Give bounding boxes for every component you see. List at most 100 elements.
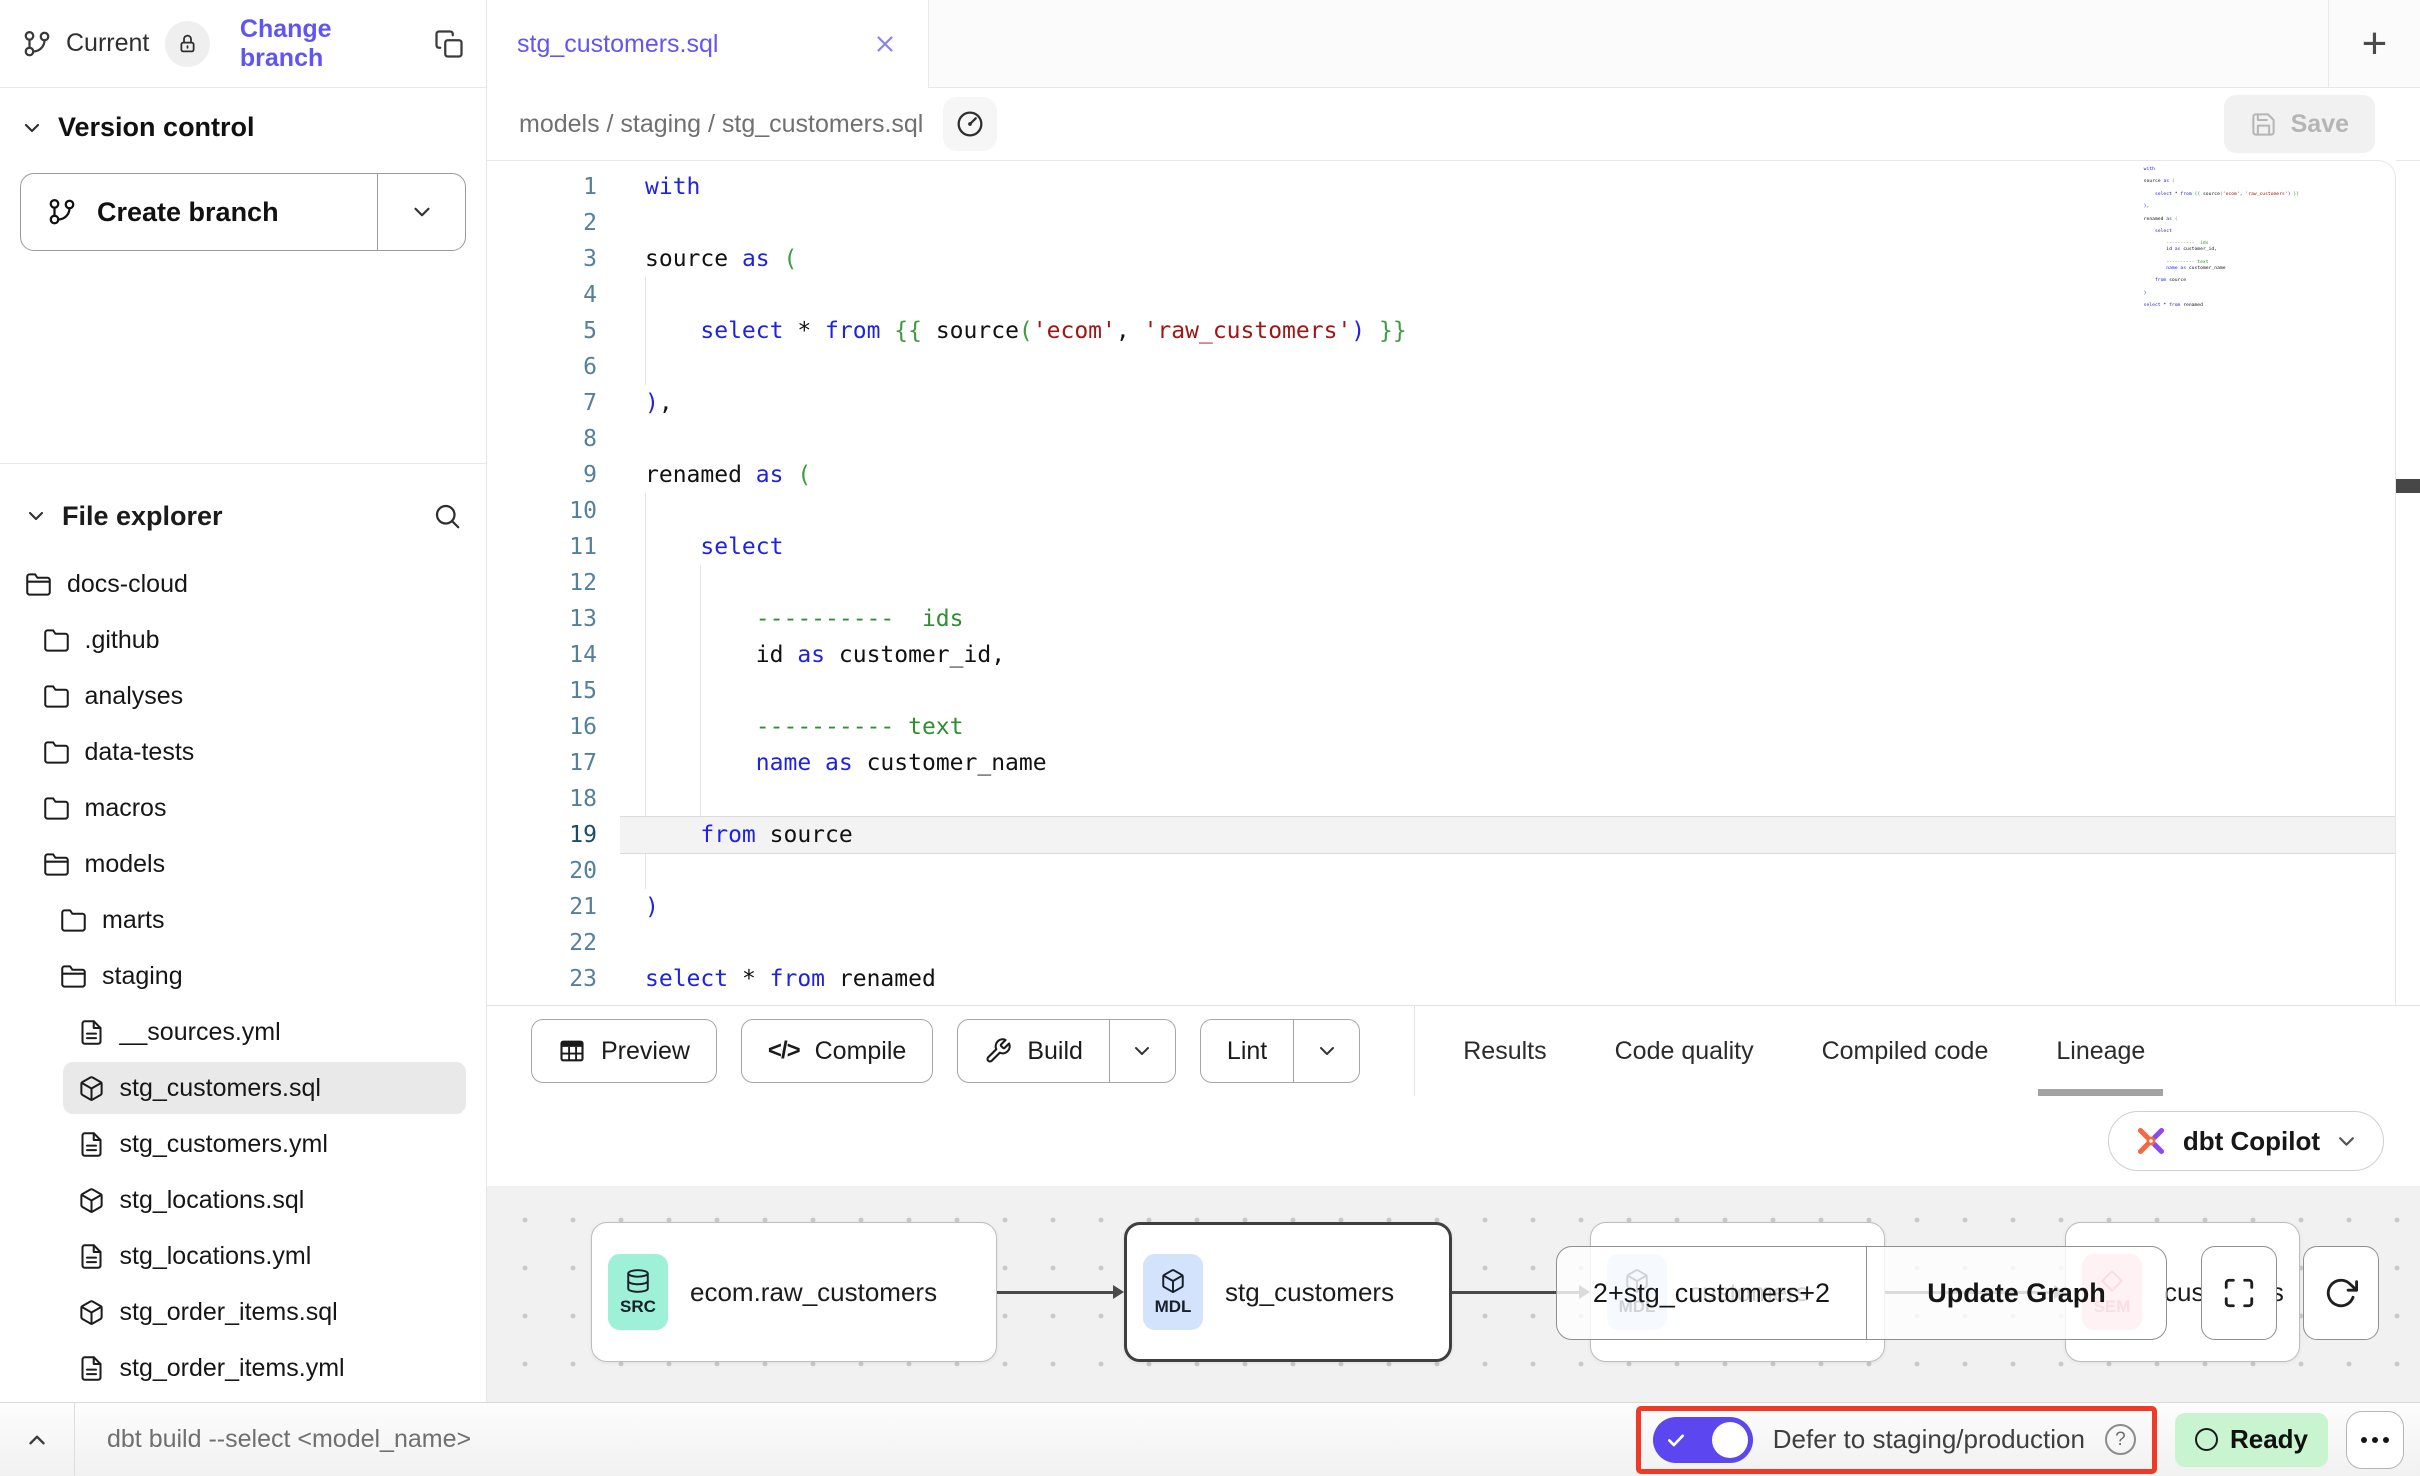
file-tree-item-label: stg_locations.sql (120, 1186, 305, 1215)
cube-icon (78, 1299, 105, 1326)
code-line-text: from source (597, 817, 853, 853)
code-line-3[interactable]: 3source as ( (487, 241, 2395, 277)
line-number: 23 (487, 961, 597, 997)
folder-open-icon (60, 963, 87, 990)
fullscreen-button[interactable] (2201, 1246, 2277, 1340)
code-line-1[interactable]: 1with (487, 169, 2395, 205)
tab-code-quality[interactable]: Code quality (1581, 1006, 1788, 1096)
folder-open-icon (25, 571, 52, 598)
file-tree-item-analyses[interactable]: analyses (0, 668, 486, 724)
tab-stg-customers-sql[interactable]: stg_customers.sql (487, 0, 929, 88)
file-tree-item-label: models (85, 850, 166, 879)
code-line-6[interactable]: 6 (487, 349, 2395, 385)
create-branch-button[interactable]: Create branch (20, 173, 466, 251)
code-line-15[interactable]: 15 (487, 673, 2395, 709)
chevron-down-icon[interactable] (20, 116, 44, 140)
create-branch-menu-button[interactable] (377, 174, 465, 250)
code-line-17[interactable]: 17 name as customer_name (487, 745, 2395, 781)
file-tree-item-stg-customers-sql[interactable]: stg_customers.sql (0, 1060, 486, 1116)
tab-compiled-code[interactable]: Compiled code (1788, 1006, 2023, 1096)
collapse-panel-button[interactable] (0, 1403, 75, 1476)
build-button[interactable]: Build (957, 1019, 1176, 1083)
file-tree-item-marts[interactable]: marts (0, 892, 486, 948)
current-branch-label: Current (66, 29, 149, 58)
code-line-23[interactable]: 23select * from renamed (487, 961, 2395, 997)
line-number: 10 (487, 493, 597, 529)
lineage-canvas[interactable]: SRCecom.raw_customers MDLstg_customersMDL… (487, 1186, 2420, 1402)
file-tree-item-label: stg_locations.yml (120, 1242, 312, 1271)
update-graph-button[interactable]: Update Graph (1866, 1247, 2166, 1339)
code-line-text: name as customer_name (597, 745, 1047, 781)
code-area[interactable]: 1with23source as (45 select * from {{ so… (487, 161, 2395, 997)
code-line-12[interactable]: 12 (487, 565, 2395, 601)
code-line-2[interactable]: 2 (487, 205, 2395, 241)
command-input[interactable]: dbt build --select <model_name> (107, 1425, 471, 1454)
refresh-button[interactable] (2303, 1246, 2379, 1340)
code-line-19[interactable]: 19 from source (487, 817, 2395, 853)
editor-scrollbar-rail[interactable] (2396, 160, 2420, 1005)
file-tree-item--sources-yml[interactable]: __sources.yml (0, 1004, 486, 1060)
dbt-copilot-button[interactable]: dbt Copilot (2108, 1111, 2384, 1171)
tab-lineage[interactable]: Lineage (2022, 1006, 2179, 1096)
code-editor[interactable]: 1with23source as (45 select * from {{ so… (487, 160, 2396, 1005)
file-tree-item-macros[interactable]: macros (0, 780, 486, 836)
gauge-chip[interactable] (943, 97, 997, 151)
lint-button[interactable]: Lint (1200, 1019, 1360, 1083)
file-tree-item-stg-order-items-sql[interactable]: stg_order_items.sql (0, 1284, 486, 1340)
lint-menu-button[interactable] (1293, 1020, 1359, 1082)
code-line-20[interactable]: 20 (487, 853, 2395, 889)
code-line-11[interactable]: 11 select (487, 529, 2395, 565)
build-label: Build (1027, 1037, 1083, 1066)
help-icon[interactable]: ? (2105, 1424, 2136, 1455)
code-line-22[interactable]: 22 (487, 925, 2395, 961)
file-tree-item-models[interactable]: models (0, 836, 486, 892)
new-tab-button[interactable]: + (2328, 0, 2420, 87)
file-tree-item-docs-cloud[interactable]: docs-cloud (0, 556, 486, 612)
file-tree-item-data-tests[interactable]: data-tests (0, 724, 486, 780)
save-button[interactable]: Save (2224, 95, 2375, 153)
node-badge-label: MDL (1155, 1297, 1192, 1317)
change-branch-link[interactable]: Change branch (240, 15, 416, 73)
compile-button[interactable]: </> Compile (741, 1019, 933, 1083)
chevron-up-icon (24, 1427, 50, 1453)
lineage-selector-input[interactable]: 2+stg_customers+2 (1557, 1247, 1866, 1339)
tab-title: stg_customers.sql (517, 30, 718, 59)
scrollbar-mark[interactable] (2396, 479, 2420, 493)
lineage-edge-arrow (997, 1291, 1113, 1294)
file-tree-item-staging[interactable]: staging (0, 948, 486, 1004)
chevron-down-icon[interactable] (24, 504, 48, 528)
code-line-7[interactable]: 7), (487, 385, 2395, 421)
main-panel: stg_customers.sql + models / staging / s… (487, 0, 2420, 1402)
table-icon (558, 1037, 586, 1065)
close-icon[interactable] (872, 31, 898, 57)
copy-icon[interactable] (434, 29, 464, 59)
file-tree-item-stg-customers-yml[interactable]: stg_customers.yml (0, 1116, 486, 1172)
code-line-16[interactable]: 16 ---------- text (487, 709, 2395, 745)
minimap[interactable]: withsource as ( select * from {{ source(… (2144, 167, 2299, 309)
code-line-14[interactable]: 14 id as customer_id, (487, 637, 2395, 673)
search-icon[interactable] (432, 501, 462, 531)
code-line-4[interactable]: 4 (487, 277, 2395, 313)
preview-button[interactable]: Preview (531, 1019, 717, 1083)
code-line-13[interactable]: 13 ---------- ids (487, 601, 2395, 637)
toolbar-divider (1414, 1006, 1415, 1097)
code-line-5[interactable]: 5 select * from {{ source('ecom', 'raw_c… (487, 313, 2395, 349)
code-line-10[interactable]: 10 (487, 493, 2395, 529)
build-menu-button[interactable] (1109, 1020, 1175, 1082)
code-line-21[interactable]: 21) (487, 889, 2395, 925)
more-options-button[interactable] (2346, 1411, 2404, 1469)
folder-open-icon (43, 851, 70, 878)
code-line-18[interactable]: 18 (487, 781, 2395, 817)
lineage-node-stg-customers[interactable]: MDLstg_customers (1124, 1222, 1452, 1362)
file-tree-item-stg-locations-sql[interactable]: stg_locations.sql (0, 1172, 486, 1228)
code-line-8[interactable]: 8 (487, 421, 2395, 457)
file-tree-item--github[interactable]: .github (0, 612, 486, 668)
chevron-down-icon (1130, 1039, 1154, 1063)
node-badge-label: SRC (620, 1297, 656, 1317)
tab-results[interactable]: Results (1429, 1006, 1580, 1096)
file-tree-item-stg-order-items-yml[interactable]: stg_order_items.yml (0, 1340, 486, 1396)
code-line-9[interactable]: 9renamed as ( (487, 457, 2395, 493)
lineage-node-ecom-raw-customers[interactable]: SRCecom.raw_customers (591, 1222, 997, 1362)
file-tree-item-stg-locations-yml[interactable]: stg_locations.yml (0, 1228, 486, 1284)
defer-toggle[interactable] (1653, 1417, 1753, 1463)
